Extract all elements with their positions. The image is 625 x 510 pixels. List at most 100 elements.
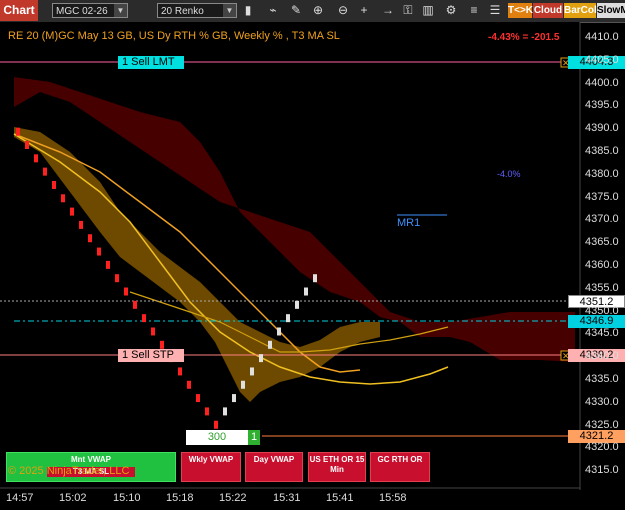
price-tick-label: 4395.0 [585, 99, 619, 112]
time-tick-label: 15:10 [113, 492, 141, 504]
renko-up-brick [304, 287, 308, 296]
instrument-label: MGC 02-26 [56, 6, 108, 17]
renko-down-brick [196, 394, 200, 403]
price-tick-label: 4320.0 [585, 441, 619, 454]
zoom-out-icon[interactable]: ⊖ [335, 3, 351, 18]
ma-price-tag: 4346.9 [568, 315, 625, 328]
renko-down-brick [70, 207, 74, 216]
renko-up-brick [286, 314, 290, 323]
chart-canvas: ✕ ✕ [0, 22, 581, 490]
price-tick-label: 4335.0 [585, 373, 619, 385]
cloud-button[interactable]: Cloud [533, 3, 563, 18]
list-icon[interactable]: ≡ [466, 3, 482, 18]
chevron-down-icon: ▼ [223, 4, 236, 17]
tk-button[interactable]: T<>K [508, 3, 533, 18]
draw-tool-icon[interactable]: ⌁ [265, 3, 281, 18]
renko-down-brick [106, 260, 110, 269]
quantity-tag[interactable]: 1 [248, 430, 260, 445]
percent-change: -4.43% = -201.5 [488, 32, 560, 43]
barcol-button[interactable]: BarCol [564, 3, 597, 18]
zoom-in-icon[interactable]: ⊕ [310, 3, 326, 18]
gc-rth-or-button[interactable]: GC RTH OR [370, 452, 430, 482]
renko-down-brick [160, 340, 164, 349]
price-tick-label: 4365.0 [585, 236, 619, 249]
price-tick-label: 4350.0 [585, 304, 619, 317]
toolbar: Chart MGC 02-26 ▼ 20 Renko ▼ ▮ ⌁ ✎ ⊕ ⊖ +… [0, 0, 625, 23]
chart-tab[interactable]: Chart [0, 0, 38, 21]
renko-up-brick [268, 340, 272, 349]
price-tick-label: 4400.0 [585, 76, 619, 89]
price-tick-label: 4410.0 [585, 31, 619, 43]
renko-up-brick [277, 327, 281, 336]
bar-type-selector[interactable]: 20 Renko ▼ [157, 3, 237, 18]
day-vwap-button[interactable]: Day VWAP [245, 452, 303, 482]
price-tick-label: 4360.0 [585, 259, 619, 271]
time-tick-label: 14:57 [6, 492, 34, 504]
renko-up-brick [232, 394, 236, 403]
renko-up-brick [295, 300, 299, 309]
renko-down-brick [187, 380, 191, 389]
time-tick-label: 15:18 [166, 492, 194, 504]
time-tick-label: 15:41 [326, 492, 354, 504]
price-tick-label: 4340.0 [585, 350, 619, 363]
renko-up-brick [313, 274, 317, 283]
renko-down-brick [79, 220, 83, 229]
mr1-label: MR1 [397, 217, 421, 229]
renko-down-brick [34, 154, 38, 163]
renko-down-brick [97, 247, 101, 256]
instrument-selector[interactable]: MGC 02-26 ▼ [52, 3, 128, 18]
chart-plot-area[interactable]: ✕ ✕ [0, 22, 581, 490]
copyright-watermark: © 2025 NinjaTrader, LLC [8, 465, 130, 477]
renko-down-brick [205, 407, 209, 416]
renko-down-brick [115, 274, 119, 283]
price-tick-label: 4390.0 [585, 122, 619, 135]
price-tick-label: 4385.0 [585, 145, 619, 157]
renko-down-brick [52, 180, 56, 189]
chevron-down-icon: ▼ [114, 4, 127, 17]
price-tick-label: 4380.0 [585, 167, 619, 180]
renko-down-brick [142, 314, 146, 323]
us-eth-or-button[interactable]: US ETH OR 15 Min [308, 452, 366, 482]
renko-down-brick [178, 367, 182, 376]
edit-icon[interactable]: ✎ [288, 3, 304, 18]
renko-down-brick [25, 141, 29, 149]
renko-up-brick [250, 367, 254, 376]
mnt-vwap-label: Mnt VWAP [71, 455, 111, 464]
properties-icon[interactable]: ☰ [487, 3, 503, 18]
renko-up-brick [241, 380, 245, 389]
price-tick-label: 4315.0 [585, 464, 619, 477]
price-tick-label: 4330.0 [585, 395, 619, 408]
renko-down-brick [61, 194, 65, 203]
slowm-button[interactable]: SlowM [597, 3, 625, 18]
note-percent: -4.0% [497, 169, 521, 179]
price-tick-label: 4375.0 [585, 190, 619, 203]
time-tick-label: 15:58 [379, 492, 407, 504]
lock-icon[interactable]: ⚿ [400, 3, 416, 18]
time-tick-label: 15:02 [59, 492, 87, 504]
price-tick-label: 4345.0 [585, 327, 619, 340]
time-tick-label: 15:31 [273, 492, 301, 504]
renko-down-brick [133, 300, 137, 309]
renko-down-brick [88, 234, 92, 243]
time-tick-label: 15:22 [219, 492, 247, 504]
sell-stp-label[interactable]: 1 Sell STP [118, 349, 184, 362]
arrow-icon[interactable]: → [380, 3, 396, 18]
renko-down-brick [214, 420, 218, 429]
renko-up-brick [223, 407, 227, 416]
bar-type-label: 20 Renko [161, 6, 204, 17]
renko-down-brick [151, 327, 155, 336]
sell-lmt-label[interactable]: 1 Sell LMT [118, 56, 184, 69]
renko-down-brick [16, 127, 20, 136]
chart-title: RE 20 (M)GC May 13 GB, US Dy RTH % GB, W… [8, 30, 340, 42]
price-tick-label: 4325.0 [585, 418, 619, 431]
renko-down-brick [124, 287, 128, 296]
wkly-vwap-button[interactable]: Wkly VWAP [181, 452, 241, 482]
bars-icon[interactable]: ▮ [240, 3, 256, 18]
price-tick-label: 4405.0 [585, 53, 619, 66]
indicators-icon[interactable]: ▥ [420, 3, 436, 18]
crosshair-icon[interactable]: + [356, 3, 372, 18]
quantity-box[interactable]: 300 [186, 430, 248, 445]
strategy-icon[interactable]: ⚙ [443, 3, 459, 18]
price-tick-label: 4370.0 [585, 213, 619, 226]
renko-up-brick [259, 354, 263, 363]
